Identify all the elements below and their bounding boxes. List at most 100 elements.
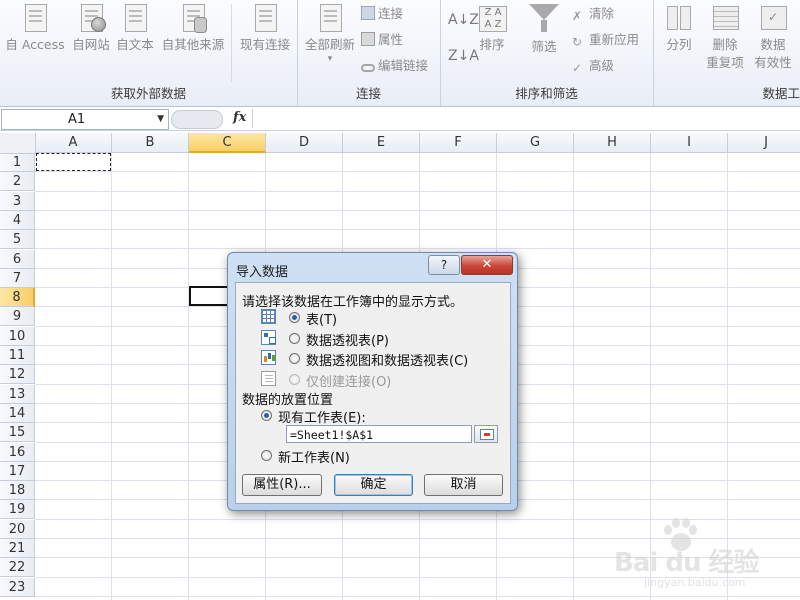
radio-table[interactable] xyxy=(289,312,300,323)
option-pivot-chart-label[interactable]: 数据透视图和数据透视表(C) xyxy=(306,350,468,369)
row-header-5[interactable]: 5 xyxy=(0,230,35,250)
reapply-button[interactable]: ↻ 重新应用 xyxy=(572,30,639,50)
sort-button[interactable]: Z AA Z 排序 xyxy=(474,2,510,54)
column-header-j[interactable]: J xyxy=(728,133,800,153)
row-header-8[interactable]: 8 xyxy=(0,288,35,308)
column-header-f[interactable]: F xyxy=(420,133,497,153)
grid-row-line xyxy=(35,191,800,192)
dialog-body: 请选择该数据在工作簿中的显示方式。 表(T) 数据透视表(P) 数据透视图和数据… xyxy=(235,282,511,504)
column-header-c[interactable]: C xyxy=(189,133,266,153)
formula-bar-splitter[interactable] xyxy=(171,110,223,129)
chevron-down-icon[interactable]: ▼ xyxy=(157,110,164,129)
radio-pivot-table[interactable] xyxy=(289,333,300,344)
column-header-g[interactable]: G xyxy=(497,133,574,153)
row-header-2[interactable]: 2 xyxy=(0,172,35,192)
row-header-1[interactable]: 1 xyxy=(0,153,35,172)
watermark-url: jingyan.baidu.com xyxy=(644,576,746,589)
cancel-button[interactable]: 取消 xyxy=(424,474,503,496)
display-prompt: 请选择该数据在工作簿中的显示方式。 xyxy=(242,295,464,310)
remove-duplicates-button[interactable]: 删除 重复项 xyxy=(705,2,745,72)
clear-filter-icon: ✗ xyxy=(572,9,583,23)
connections-button[interactable]: 连接 xyxy=(361,4,403,24)
range-select-icon xyxy=(480,429,494,440)
sort-icon: Z AA Z xyxy=(477,2,507,34)
row-header-9[interactable]: 9 xyxy=(0,307,35,327)
collapse-dialog-button[interactable] xyxy=(474,425,498,443)
row-header-18[interactable]: 18 xyxy=(0,481,35,501)
column-header-e[interactable]: E xyxy=(343,133,420,153)
new-sheet-label[interactable]: 新工作表(N) xyxy=(278,447,350,466)
connections-icon xyxy=(361,6,375,20)
row-header-23[interactable]: 23 xyxy=(0,577,35,597)
row-header-7[interactable]: 7 xyxy=(0,268,35,288)
web-icon xyxy=(76,2,106,34)
formula-input[interactable] xyxy=(252,109,800,128)
row-header-19[interactable]: 19 xyxy=(0,500,35,520)
help-button[interactable]: ? xyxy=(428,255,460,275)
column-header-d[interactable]: D xyxy=(266,133,343,153)
properties-button[interactable]: 属性(R)... xyxy=(242,474,322,496)
existing-connections-button[interactable]: 现有连接 xyxy=(236,2,294,54)
properties-button[interactable]: 属性 xyxy=(361,30,403,50)
grid-row-line xyxy=(35,229,800,230)
row-header-22[interactable]: 22 xyxy=(0,558,35,578)
column-header-b[interactable]: B xyxy=(112,133,189,153)
column-header-h[interactable]: H xyxy=(574,133,651,153)
from-access-button[interactable]: 自 Access xyxy=(4,2,66,54)
row-header-21[interactable]: 21 xyxy=(0,539,35,558)
table-icon xyxy=(261,309,276,324)
data-validation-icon: ✓ xyxy=(758,2,788,34)
row-header-12[interactable]: 12 xyxy=(0,365,35,385)
row-header-15[interactable]: 15 xyxy=(0,423,35,443)
from-text-button[interactable]: 自文本 xyxy=(114,2,156,54)
ok-button[interactable]: 确定 xyxy=(334,474,413,496)
text-to-columns-button[interactable]: 分列 xyxy=(661,2,697,54)
reference-input[interactable]: =Sheet1!$A$1 xyxy=(286,425,472,443)
from-other-sources-button[interactable]: 自其他来源 xyxy=(158,2,228,54)
data-validation-button[interactable]: ✓ 数据 有效性 xyxy=(751,2,795,72)
column-header-i[interactable]: I xyxy=(651,133,728,153)
clear-button[interactable]: ✗ 清除 xyxy=(572,4,614,24)
grid-column-line xyxy=(573,153,574,600)
radio-existing-sheet[interactable] xyxy=(261,410,272,421)
existing-sheet-label[interactable]: 现有工作表(E): xyxy=(278,407,366,426)
close-button[interactable]: ✕ xyxy=(461,255,513,275)
row-header-20[interactable]: 20 xyxy=(0,519,35,539)
from-web-button[interactable]: 自网站 xyxy=(68,2,114,54)
option-connection-only-label: 仅创建连接(O) xyxy=(306,375,392,390)
row-header-13[interactable]: 13 xyxy=(0,384,35,404)
row-header-4[interactable]: 4 xyxy=(0,210,35,230)
refresh-all-button[interactable]: 全部刷新 ▾ xyxy=(300,2,360,64)
radio-pivot-chart[interactable] xyxy=(289,353,300,364)
name-box[interactable]: A1 ▼ xyxy=(1,109,169,130)
option-table-label[interactable]: 表(T) xyxy=(306,309,337,328)
grid-column-line xyxy=(111,153,112,600)
formula-bar: A1 ▼ fx xyxy=(0,108,800,131)
row-header-11[interactable]: 11 xyxy=(0,346,35,365)
filter-button[interactable]: 筛选 xyxy=(526,2,562,56)
edit-links-button[interactable]: 编辑链接 xyxy=(361,56,428,76)
chevron-down-icon: ▾ xyxy=(327,54,333,64)
pivot-chart-icon xyxy=(261,350,276,365)
import-data-dialog: 导入数据 ? ✕ 请选择该数据在工作簿中的显示方式。 表(T) 数据透视表(P)… xyxy=(227,252,518,511)
row-header-10[interactable]: 10 xyxy=(0,326,35,346)
column-header-a[interactable]: A xyxy=(35,133,112,153)
grid-row-line xyxy=(35,210,800,211)
row-header-17[interactable]: 17 xyxy=(0,461,35,481)
remove-duplicates-icon xyxy=(710,2,740,34)
group-label-data-tools: 数据工 xyxy=(762,86,800,101)
row-header-6[interactable]: 6 xyxy=(0,249,35,269)
row-header-3[interactable]: 3 xyxy=(0,191,35,211)
advanced-button[interactable]: ✓ 高级 xyxy=(572,56,614,76)
get-external-data-group: 自 Access 自网站 自文本 自其他来源 现有连接 获取外部数据 xyxy=(0,0,298,106)
row-header-16[interactable]: 16 xyxy=(0,442,35,462)
advanced-filter-icon: ✓ xyxy=(572,61,583,75)
insert-function-icon[interactable]: fx xyxy=(233,110,246,125)
row-header-14[interactable]: 14 xyxy=(0,403,35,423)
option-pivot-table-label[interactable]: 数据透视表(P) xyxy=(306,330,389,349)
radio-new-sheet[interactable] xyxy=(261,450,272,461)
refresh-icon xyxy=(315,2,345,34)
dialog-title: 导入数据 xyxy=(236,265,289,280)
select-all-corner[interactable] xyxy=(0,133,36,154)
split-columns-icon xyxy=(664,2,694,34)
